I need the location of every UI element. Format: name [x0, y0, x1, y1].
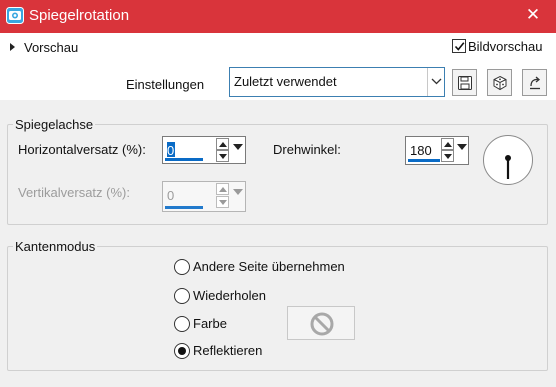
rotation-angle-input[interactable]: 180: [410, 143, 432, 158]
triangle-down-icon: [457, 144, 467, 150]
triangle-down-icon: [233, 144, 243, 150]
horizontal-offset-dropdown[interactable]: [231, 137, 245, 163]
vertical-offset-spinner: 0: [162, 181, 246, 212]
chevron-down-icon: [431, 78, 442, 85]
decrement-button[interactable]: [216, 150, 229, 162]
settings-label: Einstellungen: [126, 77, 205, 92]
preview-toggle-label: Vorschau: [24, 40, 79, 55]
radio-button[interactable]: [174, 316, 190, 332]
dropdown-arrow[interactable]: [427, 68, 444, 96]
checkbox-box[interactable]: [452, 39, 466, 53]
vertical-offset-label: Vertikalversatz (%):: [18, 185, 130, 200]
randomize-icon: [493, 75, 507, 91]
arrow-down-icon: [219, 200, 227, 205]
checkmark-icon: [454, 42, 465, 51]
horizontal-offset-spinner[interactable]: 0: [162, 136, 246, 164]
radio-other-side-label: Andere Seite übernehmen: [193, 259, 345, 274]
mirror-axis-group-title: Spiegelachse: [13, 117, 96, 132]
randomize-button[interactable]: [487, 69, 512, 96]
edge-mode-group-title: Kantenmodus: [13, 239, 98, 254]
increment-button[interactable]: [441, 138, 454, 150]
title-bar: Spiegelrotation ✕: [0, 0, 556, 33]
settings-select-value: Zuletzt verwendet: [234, 74, 337, 89]
window-title: Spiegelrotation: [29, 7, 130, 24]
save-preset-button[interactable]: [452, 69, 477, 96]
radio-color-label: Farbe: [193, 316, 227, 331]
radio-button[interactable]: [174, 343, 190, 359]
arrow-up-icon: [219, 187, 227, 192]
radio-reflect-label: Reflektieren: [193, 343, 263, 358]
radio-selected-dot: [178, 347, 186, 355]
horizontal-offset-slider[interactable]: [165, 158, 203, 161]
no-color-icon: [310, 312, 334, 336]
decrement-button: [216, 196, 229, 208]
horizontal-offset-input[interactable]: 0: [167, 142, 175, 158]
increment-button[interactable]: [216, 138, 229, 150]
decrement-button[interactable]: [441, 150, 454, 162]
triangle-down-icon: [233, 189, 243, 195]
arrow-up-icon: [219, 142, 227, 147]
radio-button[interactable]: [174, 259, 190, 275]
rotation-angle-slider[interactable]: [408, 159, 440, 162]
vertical-offset-input: 0: [167, 188, 175, 203]
rotation-angle-dial[interactable]: [483, 135, 533, 185]
dial-needle-icon: [505, 155, 511, 179]
horizontal-offset-label: Horizontalversatz (%):: [18, 142, 146, 157]
settings-select[interactable]: Zuletzt verwendet: [229, 67, 445, 97]
save-preset-icon: [458, 76, 472, 90]
arrow-up-icon: [444, 142, 452, 147]
vertical-offset-stepper: [216, 182, 230, 211]
rotation-angle-label: Drehwinkel:: [273, 142, 341, 157]
expand-arrow-icon: [10, 43, 15, 51]
rotation-angle-stepper[interactable]: [441, 137, 455, 164]
rotation-angle-spinner[interactable]: 180: [405, 136, 469, 165]
arrow-down-icon: [219, 154, 227, 159]
reset-icon: [530, 76, 541, 90]
vertical-offset-dropdown: [231, 182, 245, 211]
radio-button[interactable]: [174, 288, 190, 304]
close-button[interactable]: ✕: [522, 4, 544, 26]
edge-color-swatch[interactable]: [287, 306, 355, 340]
image-preview-label: Bildvorschau: [468, 39, 543, 54]
horizontal-offset-stepper[interactable]: [216, 137, 230, 163]
camera-icon: [6, 7, 24, 24]
increment-button: [216, 183, 229, 195]
reset-button[interactable]: [522, 69, 547, 96]
arrow-down-icon: [444, 154, 452, 159]
rotation-angle-dropdown[interactable]: [455, 137, 469, 164]
vertical-offset-slider: [165, 206, 203, 209]
radio-repeat-label: Wiederholen: [193, 288, 266, 303]
